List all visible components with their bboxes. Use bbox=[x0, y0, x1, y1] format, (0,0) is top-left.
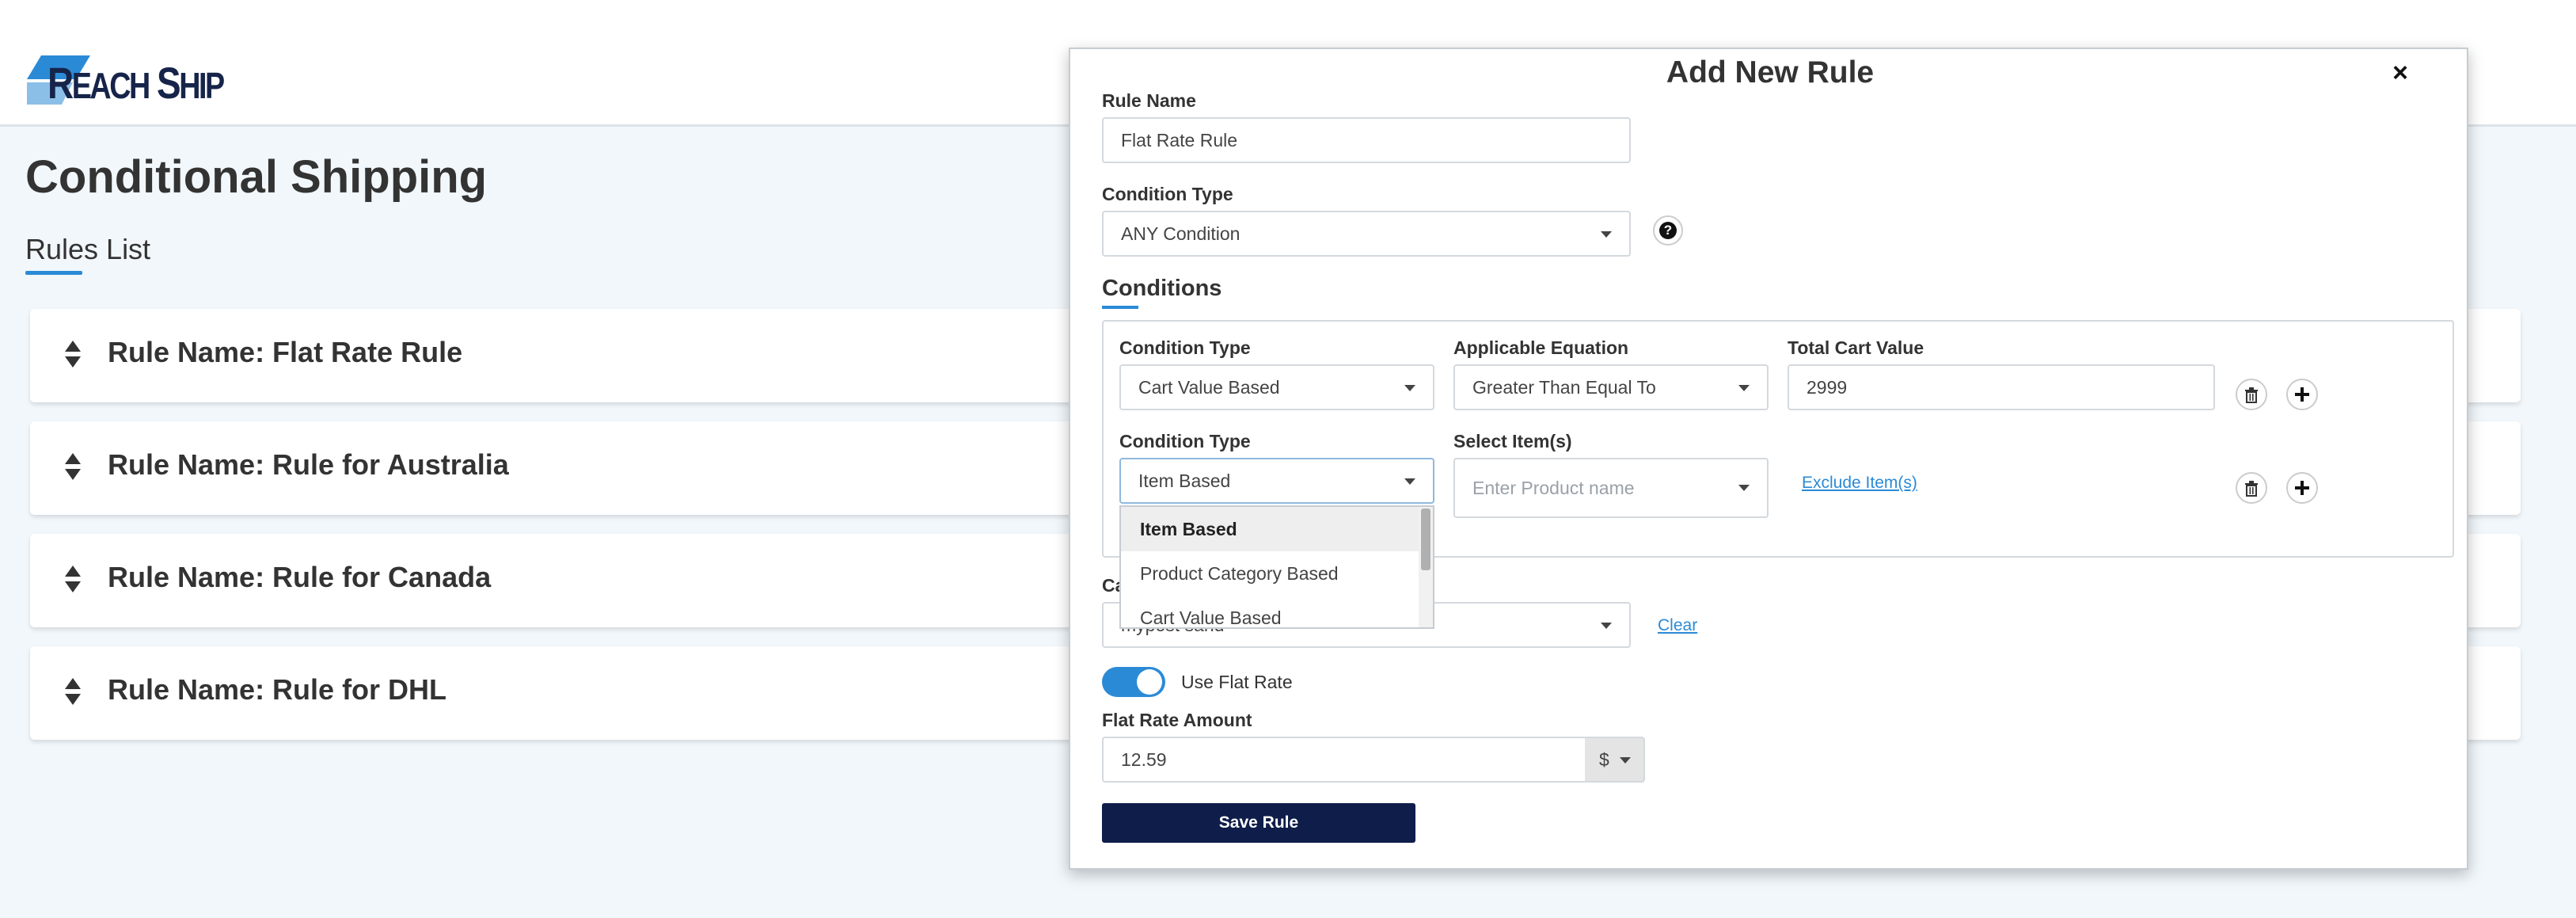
close-icon[interactable]: × bbox=[2384, 57, 2416, 89]
condition-2-type-label: Condition Type bbox=[1119, 431, 1251, 451]
save-rule-button[interactable]: Save Rule bbox=[1102, 803, 1415, 843]
logo-text: REACH SHIP bbox=[47, 58, 225, 108]
equation-select[interactable]: Greater Than Equal To bbox=[1453, 364, 1769, 410]
dropdown-option-item-based[interactable]: Item Based bbox=[1121, 507, 1420, 551]
sort-handle-icon[interactable] bbox=[65, 453, 81, 482]
plus-icon bbox=[2295, 387, 2309, 402]
chevron-down-icon bbox=[1738, 485, 1750, 491]
select-items-label: Select Item(s) bbox=[1453, 431, 1572, 451]
rule-title: Rule Name: Flat Rate Rule bbox=[108, 336, 463, 368]
delete-condition-button[interactable] bbox=[2236, 472, 2267, 504]
sort-handle-icon[interactable] bbox=[65, 566, 81, 594]
rule-name-label: Rule Name bbox=[1102, 90, 1196, 111]
condition-type-value: ANY Condition bbox=[1121, 223, 1241, 244]
modal-title: Add New Rule bbox=[1666, 55, 1875, 90]
product-search-placeholder: Enter Product name bbox=[1472, 478, 1635, 498]
chevron-down-icon bbox=[1601, 231, 1612, 238]
add-rule-modal: Add New Rule × Rule Name Flat Rate Rule … bbox=[1069, 48, 2468, 870]
reachship-logo[interactable]: REACH SHIP bbox=[27, 52, 256, 109]
add-condition-button[interactable] bbox=[2286, 379, 2318, 410]
condition-type-dropdown-list: Item Based Product Category Based Cart V… bbox=[1119, 505, 1434, 629]
conditions-title: Conditions bbox=[1102, 276, 1222, 301]
chevron-down-icon bbox=[1738, 385, 1750, 391]
dropdown-option-product-category[interactable]: Product Category Based bbox=[1121, 551, 1420, 596]
currency-select[interactable]: $ bbox=[1585, 737, 1645, 783]
condition-1-type-select[interactable]: Cart Value Based bbox=[1119, 364, 1434, 410]
condition-type-select[interactable]: ANY Condition bbox=[1102, 211, 1631, 257]
exclude-items-link[interactable]: Exclude Item(s) bbox=[1802, 474, 1917, 493]
trash-icon bbox=[2245, 481, 2258, 497]
toggle-knob bbox=[1137, 669, 1162, 695]
chevron-down-icon bbox=[1404, 478, 1415, 485]
help-icon[interactable]: ? bbox=[1653, 215, 1683, 246]
tab-active-indicator bbox=[25, 271, 82, 275]
add-condition-button[interactable] bbox=[2286, 472, 2318, 504]
rule-title: Rule Name: Rule for Canada bbox=[108, 561, 492, 593]
equation-value: Greater Than Equal To bbox=[1472, 377, 1656, 398]
flat-rate-amount-input[interactable]: 12.59 bbox=[1102, 737, 1586, 783]
condition-2-type-value: Item Based bbox=[1138, 470, 1231, 491]
clear-link[interactable]: Clear bbox=[1658, 616, 1697, 635]
trash-icon bbox=[2245, 387, 2258, 403]
dropdown-option-cart-value[interactable]: Cart Value Based bbox=[1121, 596, 1420, 627]
chevron-down-icon bbox=[1601, 623, 1612, 629]
rule-title: Rule Name: Rule for Australia bbox=[108, 448, 509, 481]
cart-value-label: Total Cart Value bbox=[1788, 337, 1924, 358]
delete-condition-button[interactable] bbox=[2236, 379, 2267, 410]
scrollbar-thumb[interactable] bbox=[1421, 509, 1430, 570]
rule-title: Rule Name: Rule for DHL bbox=[108, 673, 447, 706]
condition-type-label: Condition Type bbox=[1102, 184, 1233, 204]
use-flat-rate-label: Use Flat Rate bbox=[1181, 672, 1293, 692]
condition-1-type-value: Cart Value Based bbox=[1138, 377, 1280, 398]
plus-icon bbox=[2295, 481, 2309, 495]
cart-value-input[interactable]: 2999 bbox=[1788, 364, 2215, 410]
equation-label: Applicable Equation bbox=[1453, 337, 1629, 358]
chevron-down-icon bbox=[1404, 385, 1415, 391]
chevron-down-icon bbox=[1620, 757, 1631, 764]
sort-handle-icon[interactable] bbox=[65, 678, 81, 707]
condition-2-type-select[interactable]: Item Based bbox=[1119, 458, 1434, 504]
sort-handle-icon[interactable] bbox=[65, 341, 81, 369]
tab-rules-list[interactable]: Rules List bbox=[25, 233, 150, 266]
page-title: Conditional Shipping bbox=[25, 151, 488, 203]
conditions-underline bbox=[1102, 306, 1138, 309]
product-search-select[interactable]: Enter Product name bbox=[1453, 458, 1769, 518]
flat-rate-amount-label: Flat Rate Amount bbox=[1102, 710, 1252, 730]
condition-1-type-label: Condition Type bbox=[1119, 337, 1251, 358]
dropdown-scrollbar[interactable] bbox=[1419, 507, 1433, 627]
rule-name-input[interactable]: Flat Rate Rule bbox=[1102, 117, 1631, 163]
currency-value: $ bbox=[1599, 749, 1609, 770]
use-flat-rate-toggle[interactable] bbox=[1102, 667, 1165, 697]
